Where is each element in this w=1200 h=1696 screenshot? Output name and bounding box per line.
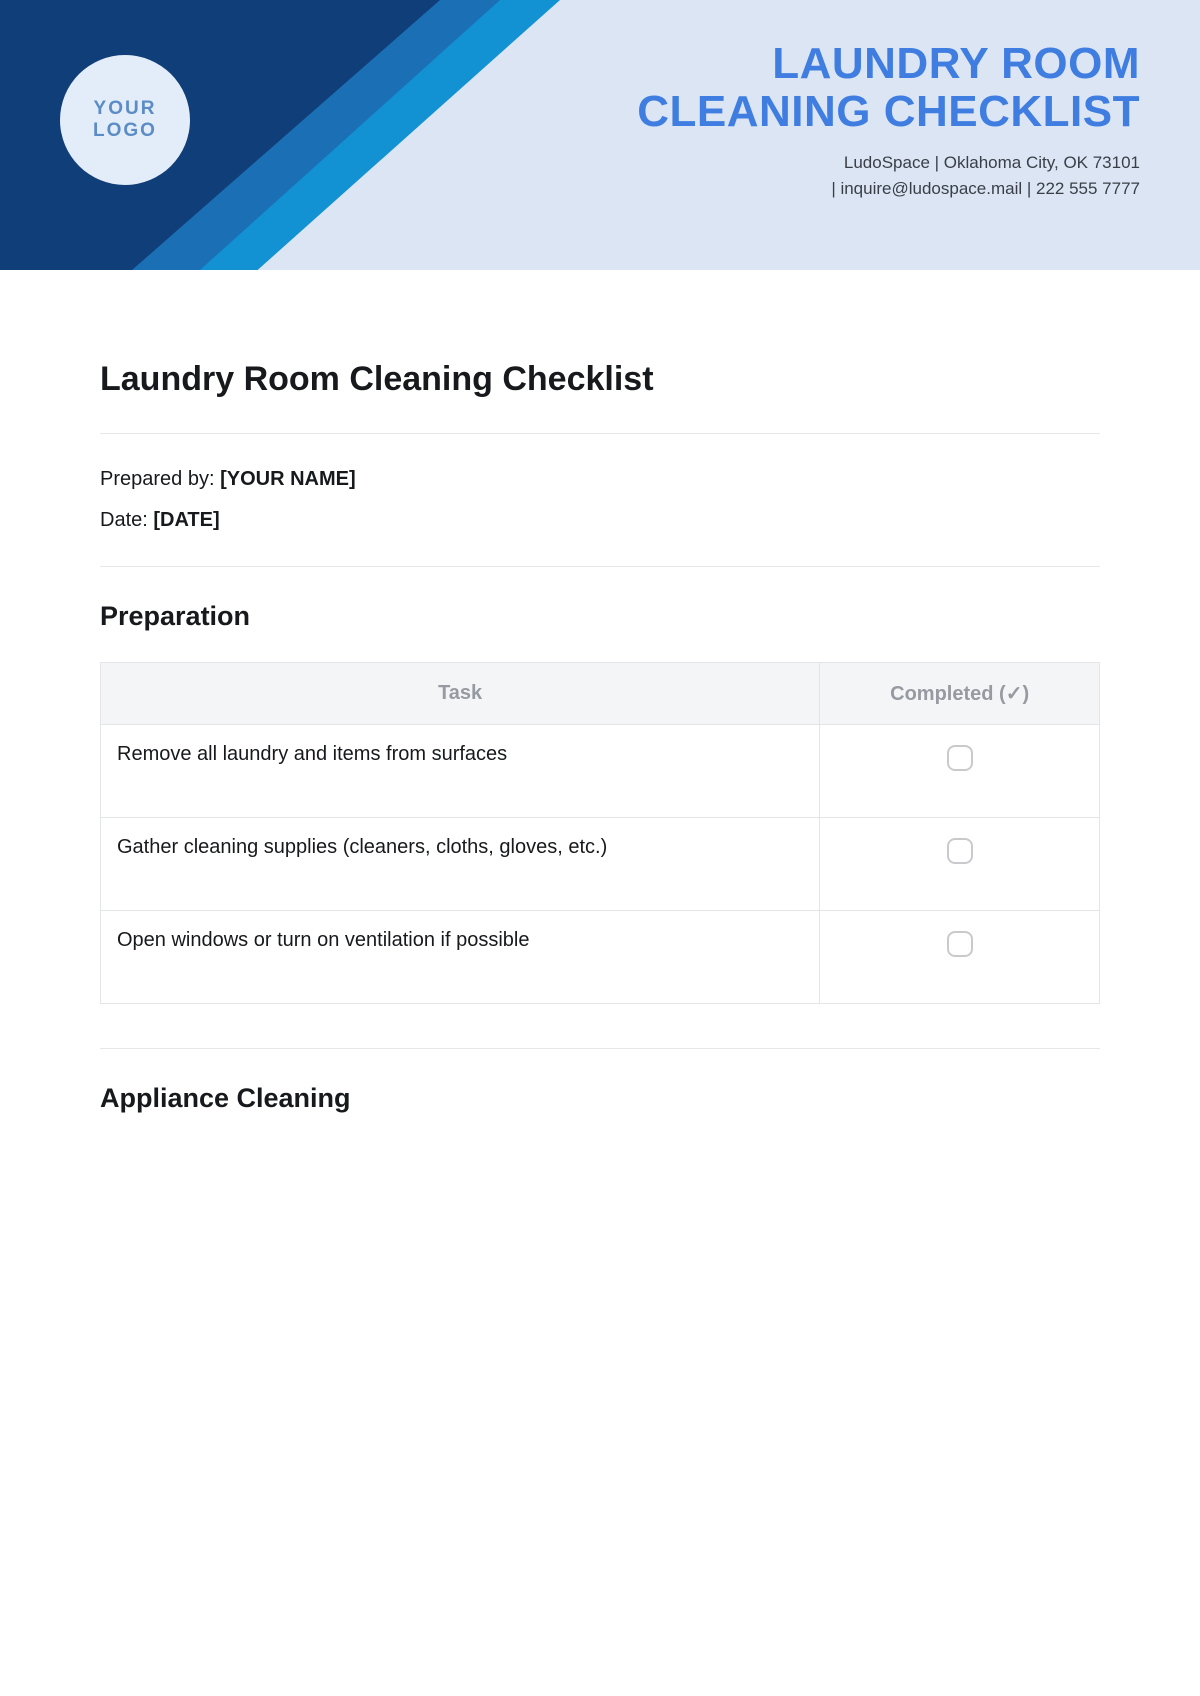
- date-line: Date: [DATE]: [100, 509, 1100, 532]
- date-value: [DATE]: [153, 509, 219, 531]
- divider: [100, 566, 1100, 567]
- checkbox-cell: [820, 911, 1100, 1004]
- prepared-by-line: Prepared by: [YOUR NAME]: [100, 468, 1100, 491]
- page: YOUR LOGO LAUNDRY ROOM CLEANING CHECKLIS…: [0, 0, 1200, 1696]
- divider: [100, 433, 1100, 434]
- task-cell: Open windows or turn on ventilation if p…: [101, 911, 820, 1004]
- content-area: Laundry Room Cleaning Checklist Prepared…: [0, 270, 1200, 1114]
- prepared-by-label: Prepared by:: [100, 468, 220, 490]
- task-cell: Remove all laundry and items from surfac…: [101, 725, 820, 818]
- header-banner: YOUR LOGO LAUNDRY ROOM CLEANING CHECKLIS…: [0, 0, 1200, 270]
- checkbox-cell: [820, 725, 1100, 818]
- section-title-appliance: Appliance Cleaning: [100, 1083, 1100, 1114]
- checkbox[interactable]: [947, 745, 973, 771]
- task-cell: Gather cleaning supplies (cleaners, clot…: [101, 818, 820, 911]
- table-row: Gather cleaning supplies (cleaners, clot…: [101, 818, 1100, 911]
- table-row: Open windows or turn on ventilation if p…: [101, 911, 1100, 1004]
- logo-placeholder: YOUR LOGO: [60, 55, 190, 185]
- header-contact: LudoSpace | Oklahoma City, OK 73101 | in…: [831, 150, 1140, 201]
- checkbox-cell: [820, 818, 1100, 911]
- logo-text-line2: LOGO: [93, 120, 157, 142]
- divider: [100, 1048, 1100, 1049]
- checkbox[interactable]: [947, 838, 973, 864]
- document-title: Laundry Room Cleaning Checklist: [100, 360, 1100, 399]
- date-label: Date:: [100, 509, 153, 531]
- contact-line2: | inquire@ludospace.mail | 222 555 7777: [831, 176, 1140, 202]
- header-title: LAUNDRY ROOM CLEANING CHECKLIST: [637, 40, 1140, 135]
- table-header-completed: Completed (✓): [820, 663, 1100, 725]
- table-row: Remove all laundry and items from surfac…: [101, 725, 1100, 818]
- logo-text-line1: YOUR: [94, 98, 157, 120]
- table-header-task: Task: [101, 663, 820, 725]
- header-title-line1: LAUNDRY ROOM: [637, 40, 1140, 88]
- checkbox[interactable]: [947, 931, 973, 957]
- preparation-table: Task Completed (✓) Remove all laundry an…: [100, 662, 1100, 1004]
- prepared-by-value: [YOUR NAME]: [220, 468, 356, 490]
- header-title-line2: CLEANING CHECKLIST: [637, 88, 1140, 136]
- contact-line1: LudoSpace | Oklahoma City, OK 73101: [831, 150, 1140, 176]
- section-title-preparation: Preparation: [100, 601, 1100, 632]
